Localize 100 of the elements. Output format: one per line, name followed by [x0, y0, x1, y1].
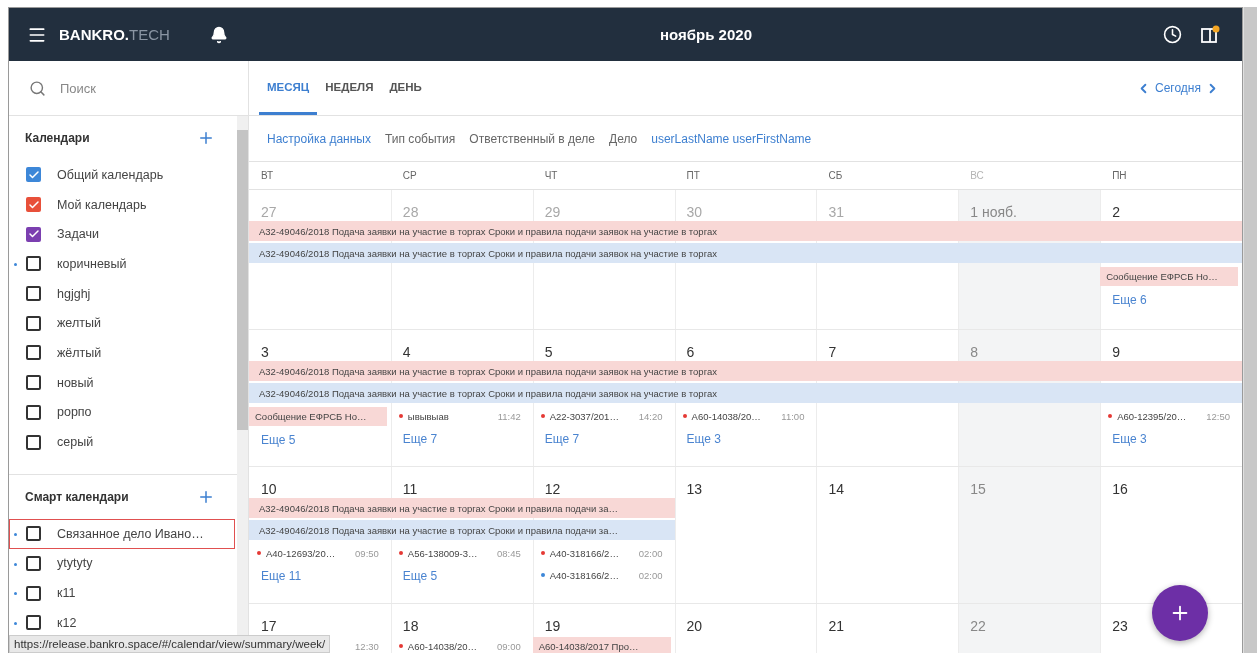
event-title[interactable]: А56-138009-3…	[407, 547, 478, 559]
view-tab[interactable]: НЕДЕЛЯ	[317, 61, 382, 115]
event-title[interactable]: А22-3037/201…	[549, 410, 619, 422]
day-number[interactable]: 20	[686, 618, 703, 634]
view-tab[interactable]: ДЕНЬ	[381, 61, 430, 115]
day-number[interactable]: 6	[686, 344, 695, 360]
checkbox[interactable]	[26, 555, 41, 571]
filter-link[interactable]: userLastName userFirstName	[651, 131, 812, 146]
more-link[interactable]: Еще 11	[257, 566, 302, 583]
calendar-item[interactable]: к12	[9, 607, 235, 638]
event-title[interactable]: А60-14038/20…	[691, 410, 761, 422]
calendar-item[interactable]: коричневый	[9, 249, 235, 279]
checkbox[interactable]	[26, 526, 41, 542]
more-link[interactable]: Еще 6	[1108, 290, 1147, 307]
event-bar[interactable]: А32-49046/2018 Подача заявки на участие в торгах Сроки и правила подачи заявок на участие в торгах	[249, 243, 1242, 263]
filter-link[interactable]: Тип события	[384, 131, 456, 146]
view-tab[interactable]: МЕСЯЦ	[259, 61, 318, 115]
checkbox[interactable]	[26, 315, 41, 331]
event-bar[interactable]: А32-49046/2018 Подача заявки на участие в торгах Сроки и правила подачи за…	[249, 498, 675, 518]
more-link[interactable]: Еще 7	[540, 429, 580, 446]
event-time: 08:45	[496, 547, 521, 559]
calendar-label: новый	[57, 375, 94, 390]
day-number[interactable]: 17	[261, 618, 277, 634]
calendar-item[interactable]: Общий календарь	[9, 160, 235, 190]
today-button[interactable]: Сегодня	[1155, 81, 1201, 95]
checkbox[interactable]	[26, 615, 41, 631]
panel-icon[interactable]	[1200, 24, 1220, 45]
checkbox[interactable]	[26, 256, 41, 272]
checkbox[interactable]	[26, 167, 41, 183]
checkbox[interactable]	[26, 404, 41, 420]
calendar-label: серый	[57, 435, 94, 450]
more-link[interactable]: Еще 5	[398, 566, 438, 583]
event-bar[interactable]: А32-49046/2018 Подача заявки на участие в торгах Сроки и правила подачи заявок на участие в торгах	[249, 361, 1242, 381]
event-bar[interactable]: А32-49046/2018 Подача заявки на участие в торгах Сроки и правила подачи заявок на участие в торгах	[249, 383, 1242, 403]
checkbox[interactable]	[26, 226, 41, 242]
day-number[interactable]: 12	[544, 481, 561, 497]
calendar-item[interactable]: Задачи	[9, 219, 235, 250]
event-bar[interactable]: А32-49046/2018 Подача заявки на участие в торгах Сроки и правила подачи заявок на участие в торгах	[249, 221, 1242, 241]
checkbox[interactable]	[26, 345, 41, 361]
weekday-label: ВС	[969, 170, 985, 181]
calendar-item[interactable]: hgjghj	[9, 278, 235, 309]
day-number[interactable]: 21	[828, 618, 844, 634]
event-bar[interactable]: А32-49046/2018 Подача заявки на участие в торгах Сроки и правила подачи за…	[249, 520, 675, 540]
checkbox[interactable]	[26, 286, 41, 302]
event-title[interactable]: А40-12693/20…	[266, 547, 336, 559]
event-time: 11:00	[781, 410, 805, 422]
calendar-label: желтый	[57, 316, 101, 331]
event-time: 09:00	[496, 640, 521, 652]
day-number[interactable]: 18	[402, 618, 419, 634]
day-number[interactable]: 4	[402, 344, 411, 360]
event-title[interactable]: А40-318166/2…	[549, 547, 619, 559]
clock-icon[interactable]	[1163, 25, 1182, 44]
event-title[interactable]: А60-12395/20…	[1117, 410, 1187, 422]
checkbox[interactable]	[26, 375, 41, 391]
day-number[interactable]: 10	[261, 481, 277, 497]
section-title: Календари	[25, 131, 90, 145]
more-link[interactable]: Еще 3	[1108, 429, 1147, 446]
checkbox[interactable]	[26, 434, 41, 450]
calendar-item[interactable]: желтый	[9, 308, 235, 339]
calendar-item[interactable]: Связанное дело Ивано…	[9, 518, 235, 549]
weekday-label: ПН	[1111, 170, 1128, 181]
more-link[interactable]: Еще 3	[682, 429, 721, 446]
calendar-item[interactable]: серый	[9, 427, 235, 457]
calendar-item[interactable]: ytytyty	[9, 548, 235, 579]
calendar-label: Задачи	[57, 227, 99, 242]
more-link[interactable]: Еще 5	[257, 430, 296, 447]
bell-icon[interactable]	[209, 25, 228, 44]
event-title[interactable]: А60-14038/20…	[407, 640, 478, 652]
day-number[interactable]: 13	[686, 481, 703, 497]
calendar-item[interactable]: Мой календарь	[9, 189, 235, 220]
calendar-label: коричневый	[57, 256, 127, 271]
calendar-item[interactable]: к11	[9, 578, 235, 608]
day-number[interactable]: 23	[1112, 618, 1128, 634]
logo[interactable]: BANKRO.TECH	[59, 26, 170, 43]
event-chip[interactable]: Сообщение ЕФРСБ Но…	[249, 407, 387, 426]
event-chip[interactable]: А60-14038/2017 Про…	[532, 637, 671, 653]
day-number[interactable]: 7	[828, 344, 837, 360]
filter-link[interactable]: Ответственный в деле	[469, 131, 595, 146]
more-link[interactable]: Еще 7	[398, 429, 438, 446]
event-title[interactable]: ывывыав	[407, 410, 449, 422]
add-icon[interactable]	[197, 129, 215, 147]
calendar-item[interactable]: новый	[9, 367, 235, 398]
page-scrollbar[interactable]	[1243, 7, 1257, 653]
filter-link[interactable]: Дело	[609, 131, 638, 146]
day-number[interactable]: 14	[828, 481, 844, 497]
day-number[interactable]: 16	[1112, 481, 1128, 497]
event-title[interactable]: А40-318166/2…	[549, 569, 619, 581]
checkbox[interactable]	[26, 197, 41, 213]
day-number[interactable]: 2	[1112, 204, 1120, 220]
calendar-item[interactable]: рорпо	[9, 397, 235, 428]
day-number[interactable]: 5	[544, 344, 553, 360]
calendar-item[interactable]: жёлтый	[9, 338, 235, 368]
section-title: Смарт календари	[25, 489, 129, 504]
day-number[interactable]: 11	[402, 481, 418, 497]
day-number[interactable]: 9	[1112, 344, 1120, 360]
checkbox[interactable]	[26, 585, 41, 601]
day-number[interactable]: 19	[544, 618, 561, 634]
day-number[interactable]: 3	[261, 344, 269, 360]
filter-link[interactable]: Настройка данных	[267, 131, 371, 146]
event-chip[interactable]: Сообщение ЕФРСБ Но…	[1100, 267, 1238, 286]
